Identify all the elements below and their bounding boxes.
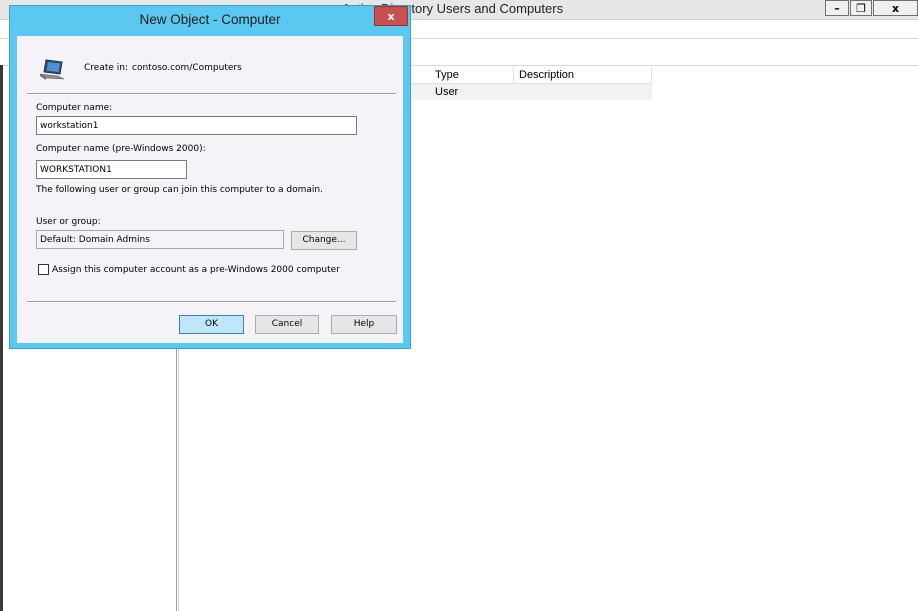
dialog-close-button[interactable]: x xyxy=(374,6,408,26)
cell-description xyxy=(514,84,519,100)
close-icon: x xyxy=(891,1,900,15)
ok-button[interactable]: OK xyxy=(179,315,244,334)
separator xyxy=(27,93,396,95)
join-domain-note: The following user or group can join thi… xyxy=(36,185,323,195)
left-pane-edge xyxy=(0,65,3,611)
user-group-field: Default: Domain Admins xyxy=(36,230,284,249)
cell-type: User xyxy=(435,86,459,98)
dialog-titlebar[interactable]: New Object - Computer x xyxy=(10,6,410,36)
dialog-body: Create in: contoso.com/Computers Compute… xyxy=(17,36,403,343)
user-group-label: User or group: xyxy=(36,217,101,227)
create-in-value: contoso.com/Computers xyxy=(132,63,242,73)
pre2000-name-input[interactable]: WORKSTATION1 xyxy=(36,160,187,179)
pre2000-checkbox-label[interactable]: Assign this computer account as a pre-Wi… xyxy=(52,265,340,275)
computer-icon xyxy=(38,58,68,82)
column-header-description[interactable]: Description xyxy=(514,67,652,83)
dialog-title: New Object - Computer xyxy=(139,12,281,27)
restore-icon: ❐ xyxy=(856,1,866,15)
computer-name-value: workstation1 xyxy=(40,121,99,131)
separator xyxy=(27,301,396,303)
pre2000-checkbox[interactable] xyxy=(38,264,49,275)
pre2000-name-label: Computer name (pre-Windows 2000): xyxy=(36,144,206,154)
create-in-label: Create in: xyxy=(84,63,129,73)
change-button[interactable]: Change... xyxy=(291,231,357,250)
column-header-type[interactable]: Type xyxy=(430,67,514,83)
cancel-button[interactable]: Cancel xyxy=(255,315,319,334)
minimize-button[interactable]: – xyxy=(825,0,849,16)
computer-name-input[interactable]: workstation1 xyxy=(36,116,357,135)
user-group-value: Default: Domain Admins xyxy=(40,235,150,245)
main-close-button[interactable]: x xyxy=(873,0,918,16)
new-object-computer-dialog: New Object - Computer x Create in: conto… xyxy=(9,5,411,349)
help-button[interactable]: Help xyxy=(331,315,397,334)
close-icon: x xyxy=(387,9,395,23)
minimize-icon: – xyxy=(834,1,840,15)
pre2000-name-value: WORKSTATION1 xyxy=(40,165,112,175)
restore-button[interactable]: ❐ xyxy=(850,0,872,16)
computer-name-label: Computer name: xyxy=(36,103,113,113)
